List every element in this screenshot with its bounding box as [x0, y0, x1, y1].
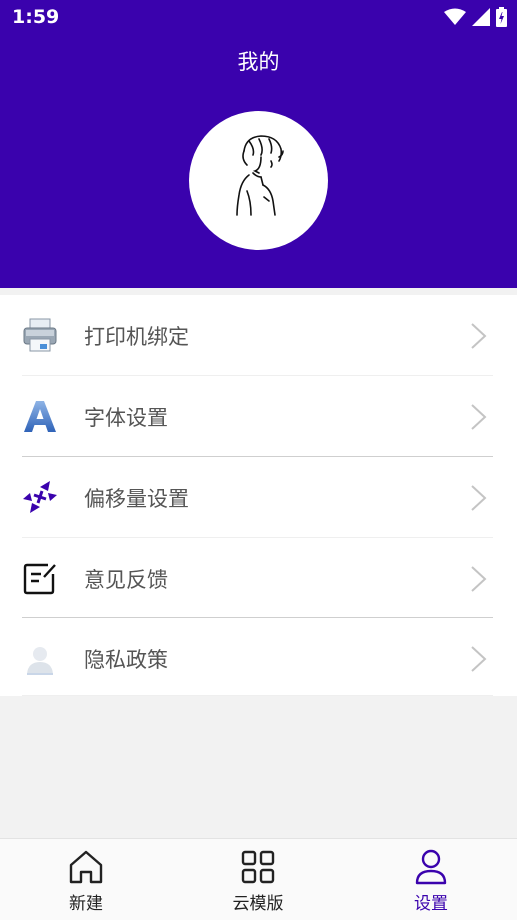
divider — [22, 695, 493, 696]
privacy-icon — [27, 647, 53, 675]
signal-icon — [472, 8, 490, 26]
status-time: 1:59 — [12, 6, 60, 28]
profile-header: 1:59 我的 — [0, 0, 517, 288]
wifi-icon — [444, 8, 466, 25]
chevron-right-icon — [471, 566, 487, 592]
menu-item-label: 隐私政策 — [84, 648, 168, 672]
avatar-illustration — [236, 135, 284, 216]
status-icons — [444, 7, 507, 27]
chevron-right-icon — [471, 404, 487, 430]
chevron-right-icon — [471, 485, 487, 511]
page-title: 我的 — [237, 50, 280, 74]
chevron-right-icon — [471, 323, 487, 349]
menu-item-privacy-policy[interactable]: 隐私政策 — [0, 618, 517, 698]
printer-icon — [23, 318, 57, 352]
menu-item-label: 打印机绑定 — [84, 325, 189, 349]
offset-arrows-icon — [23, 481, 57, 513]
menu-item-label: 意见反馈 — [84, 568, 168, 592]
chevron-right-icon — [471, 646, 487, 672]
settings-menu: 打印机绑定 字体设置 偏移量设置 意见反馈 隐私政策 — [0, 295, 517, 696]
menu-item-font-settings[interactable]: 字体设置 — [0, 376, 517, 456]
menu-item-printer-binding[interactable]: 打印机绑定 — [0, 295, 517, 375]
menu-item-label: 偏移量设置 — [84, 487, 189, 511]
feedback-icon — [23, 563, 56, 595]
user-icon — [415, 849, 447, 885]
bottom-tab-bar: 新建 云模版 设置 — [0, 838, 517, 920]
tab-label: 云模版 — [232, 894, 284, 914]
font-icon — [24, 401, 56, 432]
tab-label: 设置 — [414, 894, 448, 914]
battery-icon — [496, 7, 507, 27]
grid-icon — [241, 850, 275, 884]
tab-new[interactable]: 新建 — [0, 839, 172, 920]
menu-item-offset-settings[interactable]: 偏移量设置 — [0, 457, 517, 537]
avatar[interactable] — [189, 111, 328, 250]
tab-cloud-templates[interactable]: 云模版 — [172, 839, 344, 920]
status-bar: 1:59 — [0, 0, 517, 36]
tab-label: 新建 — [69, 894, 103, 914]
menu-item-label: 字体设置 — [84, 406, 168, 430]
tab-settings[interactable]: 设置 — [345, 839, 517, 920]
home-icon — [69, 850, 103, 884]
menu-item-feedback[interactable]: 意见反馈 — [0, 538, 517, 618]
